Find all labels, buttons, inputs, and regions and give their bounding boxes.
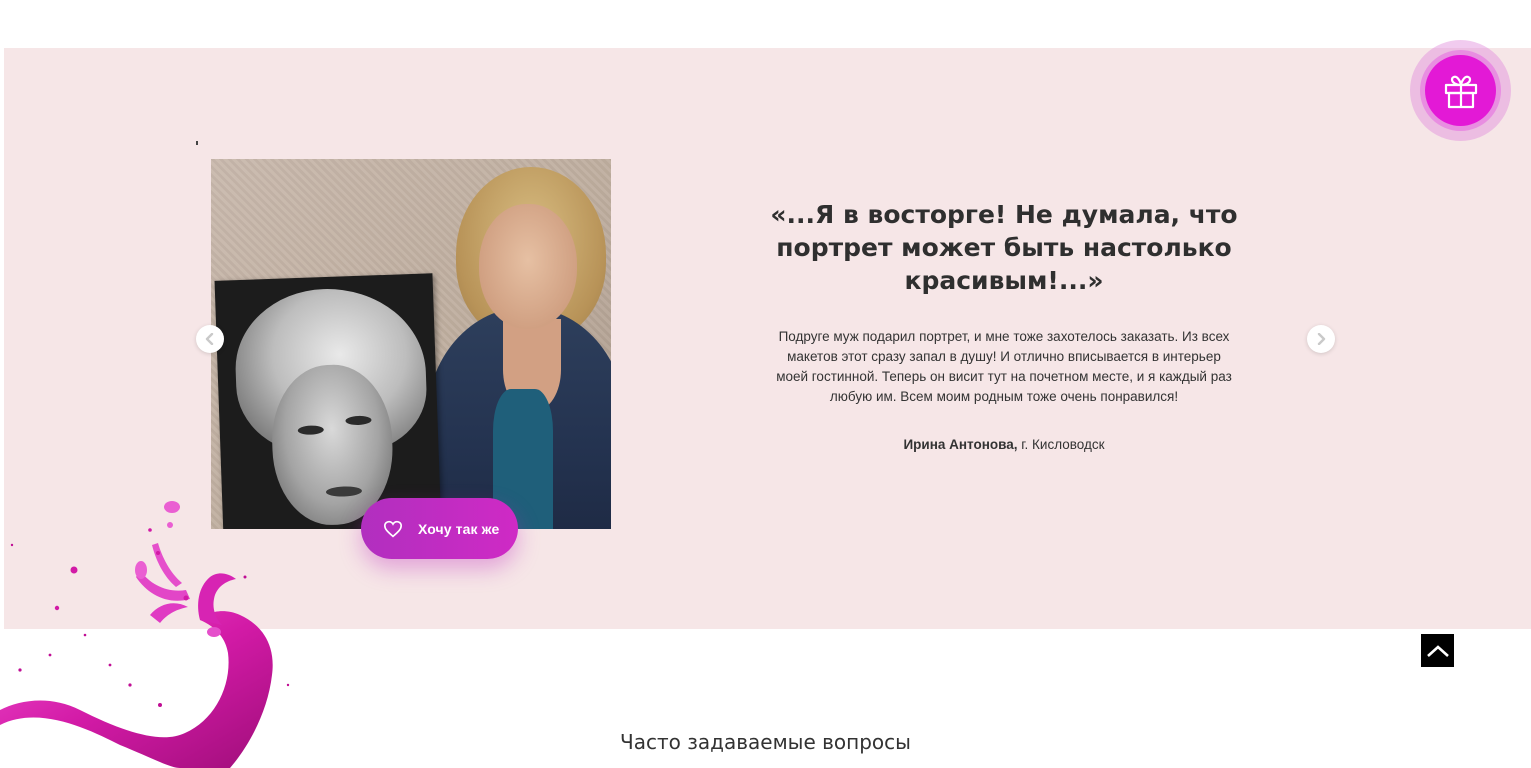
photo-portrait-painting — [214, 273, 442, 529]
chevron-right-icon — [1317, 333, 1326, 345]
want-same-button-label: Хочу так же — [418, 520, 500, 537]
chevron-left-icon — [205, 333, 214, 345]
gift-button[interactable] — [1410, 40, 1511, 141]
review-author-city: г. Кисловодск — [1021, 437, 1105, 452]
carousel-next-button[interactable] — [1307, 325, 1335, 353]
review-photo — [211, 159, 611, 529]
review-text: Подруге муж подарил портрет, и мне тоже … — [776, 329, 1232, 404]
carousel-prev-button[interactable] — [196, 325, 224, 353]
gift-button-ring — [1420, 50, 1501, 131]
review-quote-title: «...Я в восторге! Не думала, что портрет… — [770, 200, 1238, 295]
review-author: Ирина Антонова, г. Кисловодск — [772, 437, 1236, 452]
want-same-button[interactable]: Хочу так же — [361, 498, 518, 559]
photo-person-face — [479, 204, 577, 329]
review-author-name: Ирина Антонова, — [903, 437, 1018, 452]
faq-heading: Часто задаваемые вопросы — [620, 730, 911, 754]
paint-splash-decoration — [0, 501, 290, 768]
decorative-mark — [196, 141, 198, 145]
top-header-area — [0, 0, 1531, 48]
gift-button-core — [1425, 55, 1496, 126]
scroll-to-top-button[interactable] — [1421, 634, 1454, 667]
chevron-up-icon — [1426, 644, 1449, 657]
heart-icon — [383, 520, 403, 537]
gift-icon — [1444, 75, 1477, 108]
